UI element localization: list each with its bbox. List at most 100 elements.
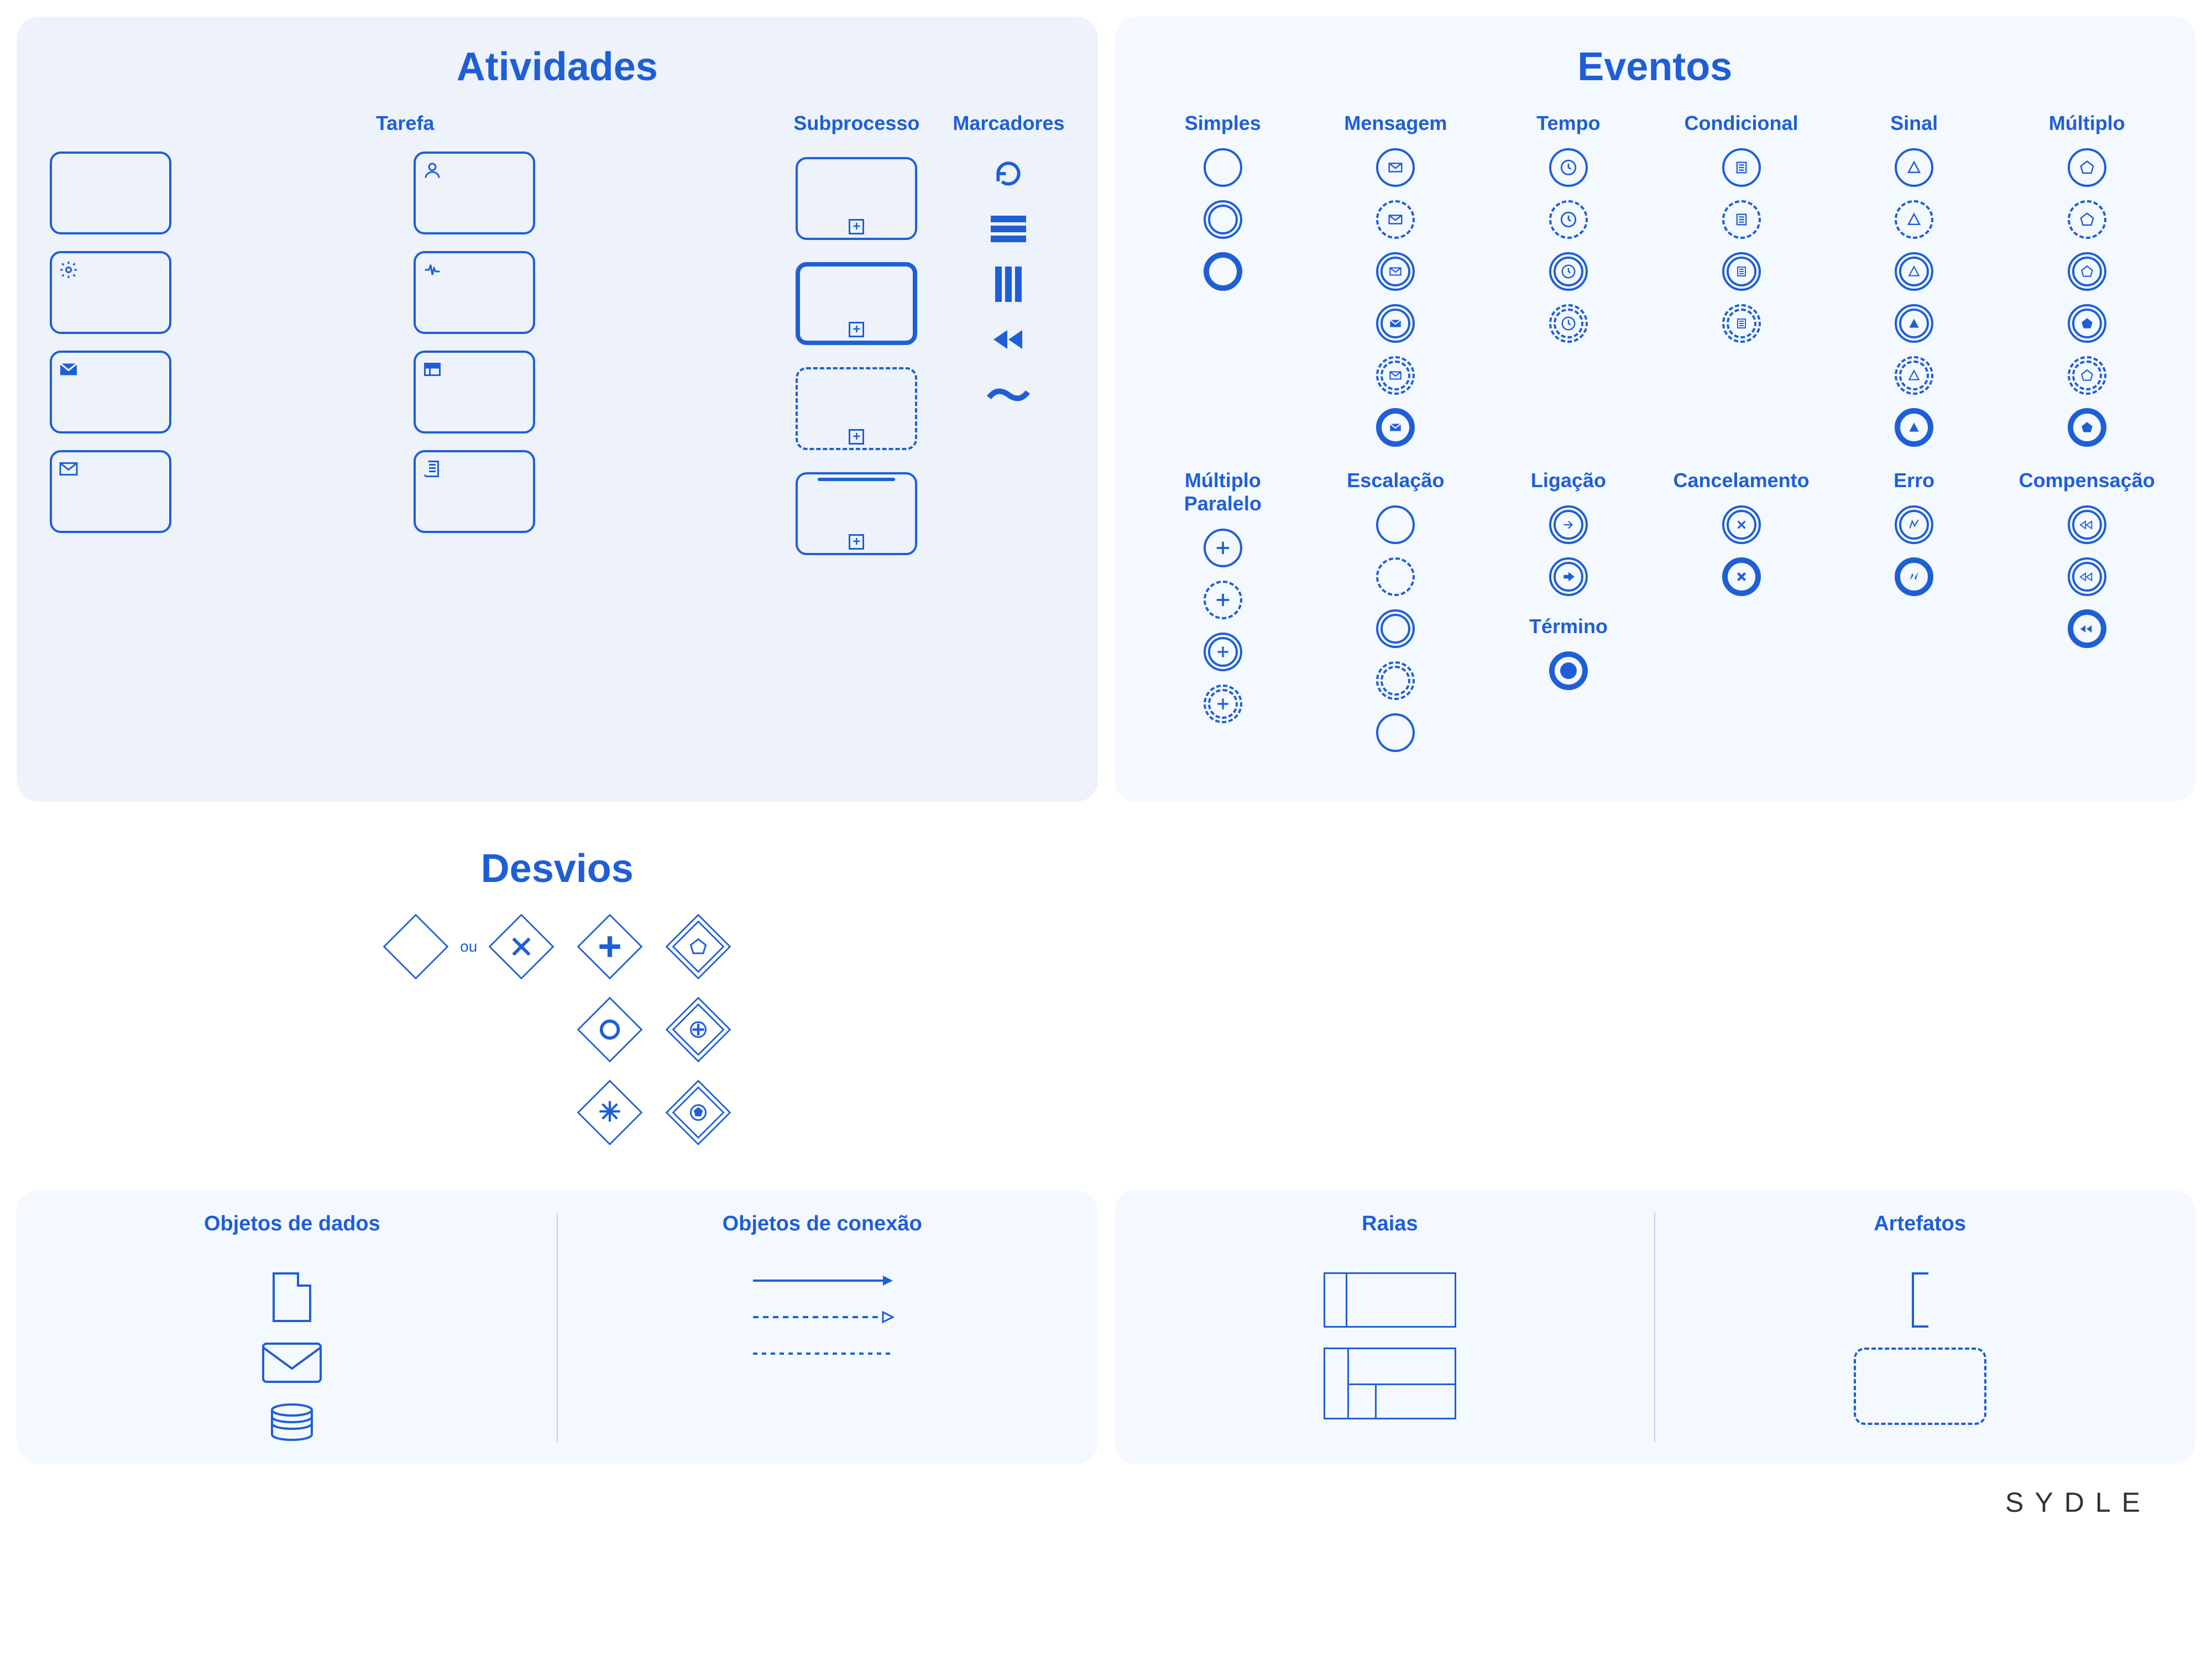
conditional-boundary-ni-icon <box>1722 304 1761 343</box>
link-catch-icon <box>1549 505 1588 544</box>
escalation-intermediate-icon <box>1376 609 1415 648</box>
task-receive-icon <box>50 450 171 533</box>
signal-boundary-ni-icon <box>1895 356 1933 395</box>
gateway-event-based-icon <box>665 913 731 980</box>
message-end-icon <box>1376 408 1415 447</box>
escalation-start-ni-icon <box>1376 557 1415 596</box>
error-header: Erro <box>1894 469 1934 492</box>
message-header: Mensagem <box>1344 112 1447 135</box>
parallel-mi-marker-icon <box>986 268 1031 301</box>
gateway-exclusive-icon <box>383 913 449 980</box>
error-intermediate-icon <box>1895 505 1933 544</box>
task-script-icon <box>414 450 535 533</box>
gateway-parallel-icon <box>577 913 643 980</box>
subprocess-event-icon: + <box>796 367 917 450</box>
multiple-end-icon <box>2068 408 2106 447</box>
artifacts-title: Artefatos <box>1874 1212 1966 1236</box>
error-end-icon <box>1895 557 1933 596</box>
cancel-header: Cancelamento <box>1674 469 1810 492</box>
link-header: Ligação <box>1531 469 1606 492</box>
compensation-marker-icon <box>986 323 1031 356</box>
pool-icon <box>1324 1272 1456 1328</box>
start-none-icon <box>1204 148 1242 187</box>
conditional-intermediate-icon <box>1722 252 1761 291</box>
conditional-start-ni-icon <box>1722 200 1761 239</box>
gateway-exclusive-event-based-icon <box>665 1079 731 1146</box>
end-none-icon <box>1204 252 1242 291</box>
gateways-title: Desvios <box>50 846 1065 891</box>
compensation-intermediate-throw-icon <box>2068 557 2106 596</box>
association-icon <box>750 1345 894 1362</box>
escalation-header: Escalação <box>1347 469 1444 492</box>
multiple-header: Múltiplo <box>2049 112 2125 135</box>
intermediate-none-icon <box>1204 200 1242 239</box>
timer-boundary-ni-icon <box>1549 304 1588 343</box>
data-connection-panel: Objetos de dados Objetos de conexão <box>17 1190 1098 1464</box>
escalation-boundary-ni-icon <box>1376 661 1415 700</box>
task-service-icon <box>50 251 171 334</box>
cancel-intermediate-icon <box>1722 505 1761 544</box>
group-icon <box>1854 1348 1986 1425</box>
connections-title: Objetos de conexão <box>723 1212 922 1236</box>
escalation-end-icon <box>1376 713 1415 752</box>
signal-end-icon <box>1895 408 1933 447</box>
simple-header: Simples <box>1185 112 1261 135</box>
text-annotation-icon <box>1912 1272 1928 1328</box>
or-label: ou <box>460 938 477 955</box>
sequence-flow-icon <box>750 1272 894 1289</box>
task-header: Tarefa <box>50 112 760 135</box>
activities-title: Atividades <box>50 44 1065 90</box>
events-panel: Eventos Simples Mensagem Tempo Condicion… <box>1115 17 2196 802</box>
signal-header: Sinal <box>1890 112 1938 135</box>
multiple-intermediate-catch-icon <box>2068 252 2106 291</box>
pool-lanes-icon <box>1324 1348 1456 1419</box>
loop-marker-icon <box>986 157 1031 190</box>
parallel-multiple-boundary-ni-icon <box>1204 685 1242 723</box>
brand-logo: SYDLE <box>17 1464 2195 1541</box>
timer-start-icon <box>1549 148 1588 187</box>
parallel-multiple-start-icon <box>1204 529 1242 567</box>
terminate-end-icon <box>1549 651 1588 690</box>
compensation-end-icon <box>2068 609 2106 648</box>
compensation-intermediate-catch-icon <box>2068 505 2106 544</box>
task-manual-icon <box>414 251 535 334</box>
timer-start-ni-icon <box>1549 200 1588 239</box>
task-user-icon <box>414 152 535 234</box>
multiple-start-icon <box>2068 148 2106 187</box>
task-business-rule-icon <box>414 351 535 434</box>
data-object-icon <box>273 1272 311 1322</box>
message-intermediate-catch-icon <box>1376 252 1415 291</box>
subprocess-transaction-icon: + <box>796 262 917 345</box>
multiple-intermediate-throw-icon <box>2068 304 2106 343</box>
markers-header: Marcadores <box>953 112 1064 135</box>
message-start-icon <box>1376 148 1415 187</box>
terminate-header: Término <box>1529 615 1608 638</box>
subprocess-adhoc-icon: + <box>796 472 917 555</box>
adhoc-marker-icon <box>986 378 1031 411</box>
message-object-icon <box>262 1342 322 1383</box>
multiple-boundary-ni-icon <box>2068 356 2106 395</box>
parallel-multiple-start-ni-icon <box>1204 581 1242 619</box>
gateway-complex-icon <box>577 1079 643 1146</box>
sequential-mi-marker-icon <box>986 212 1031 246</box>
multiple-start-ni-icon <box>2068 200 2106 239</box>
timer-intermediate-icon <box>1549 252 1588 291</box>
signal-intermediate-throw-icon <box>1895 304 1933 343</box>
events-title: Eventos <box>1148 44 2163 90</box>
gateway-parallel-event-based-icon <box>665 996 731 1063</box>
conditional-start-icon <box>1722 148 1761 187</box>
activities-panel: Atividades Tarefa Subprocesso + + + + Ma… <box>17 17 1098 802</box>
lanes-title: Raias <box>1362 1212 1418 1236</box>
task-send-icon <box>50 351 171 434</box>
compensation-header: Compensação <box>2019 469 2155 492</box>
parallel-multiple-header: Múltiplo Paralelo <box>1148 469 1299 515</box>
conditional-header: Condicional <box>1685 112 1798 135</box>
link-throw-icon <box>1549 557 1588 596</box>
parallel-multiple-intermediate-icon <box>1204 633 1242 671</box>
timer-header: Tempo <box>1536 112 1600 135</box>
gateways-panel: Desvios ou <box>17 818 1098 1173</box>
lanes-artifacts-panel: Raias Artefatos <box>1115 1190 2196 1464</box>
message-intermediate-throw-icon <box>1376 304 1415 343</box>
subprocess-header: Subprocesso <box>793 112 919 135</box>
task-plain-icon <box>50 152 171 234</box>
